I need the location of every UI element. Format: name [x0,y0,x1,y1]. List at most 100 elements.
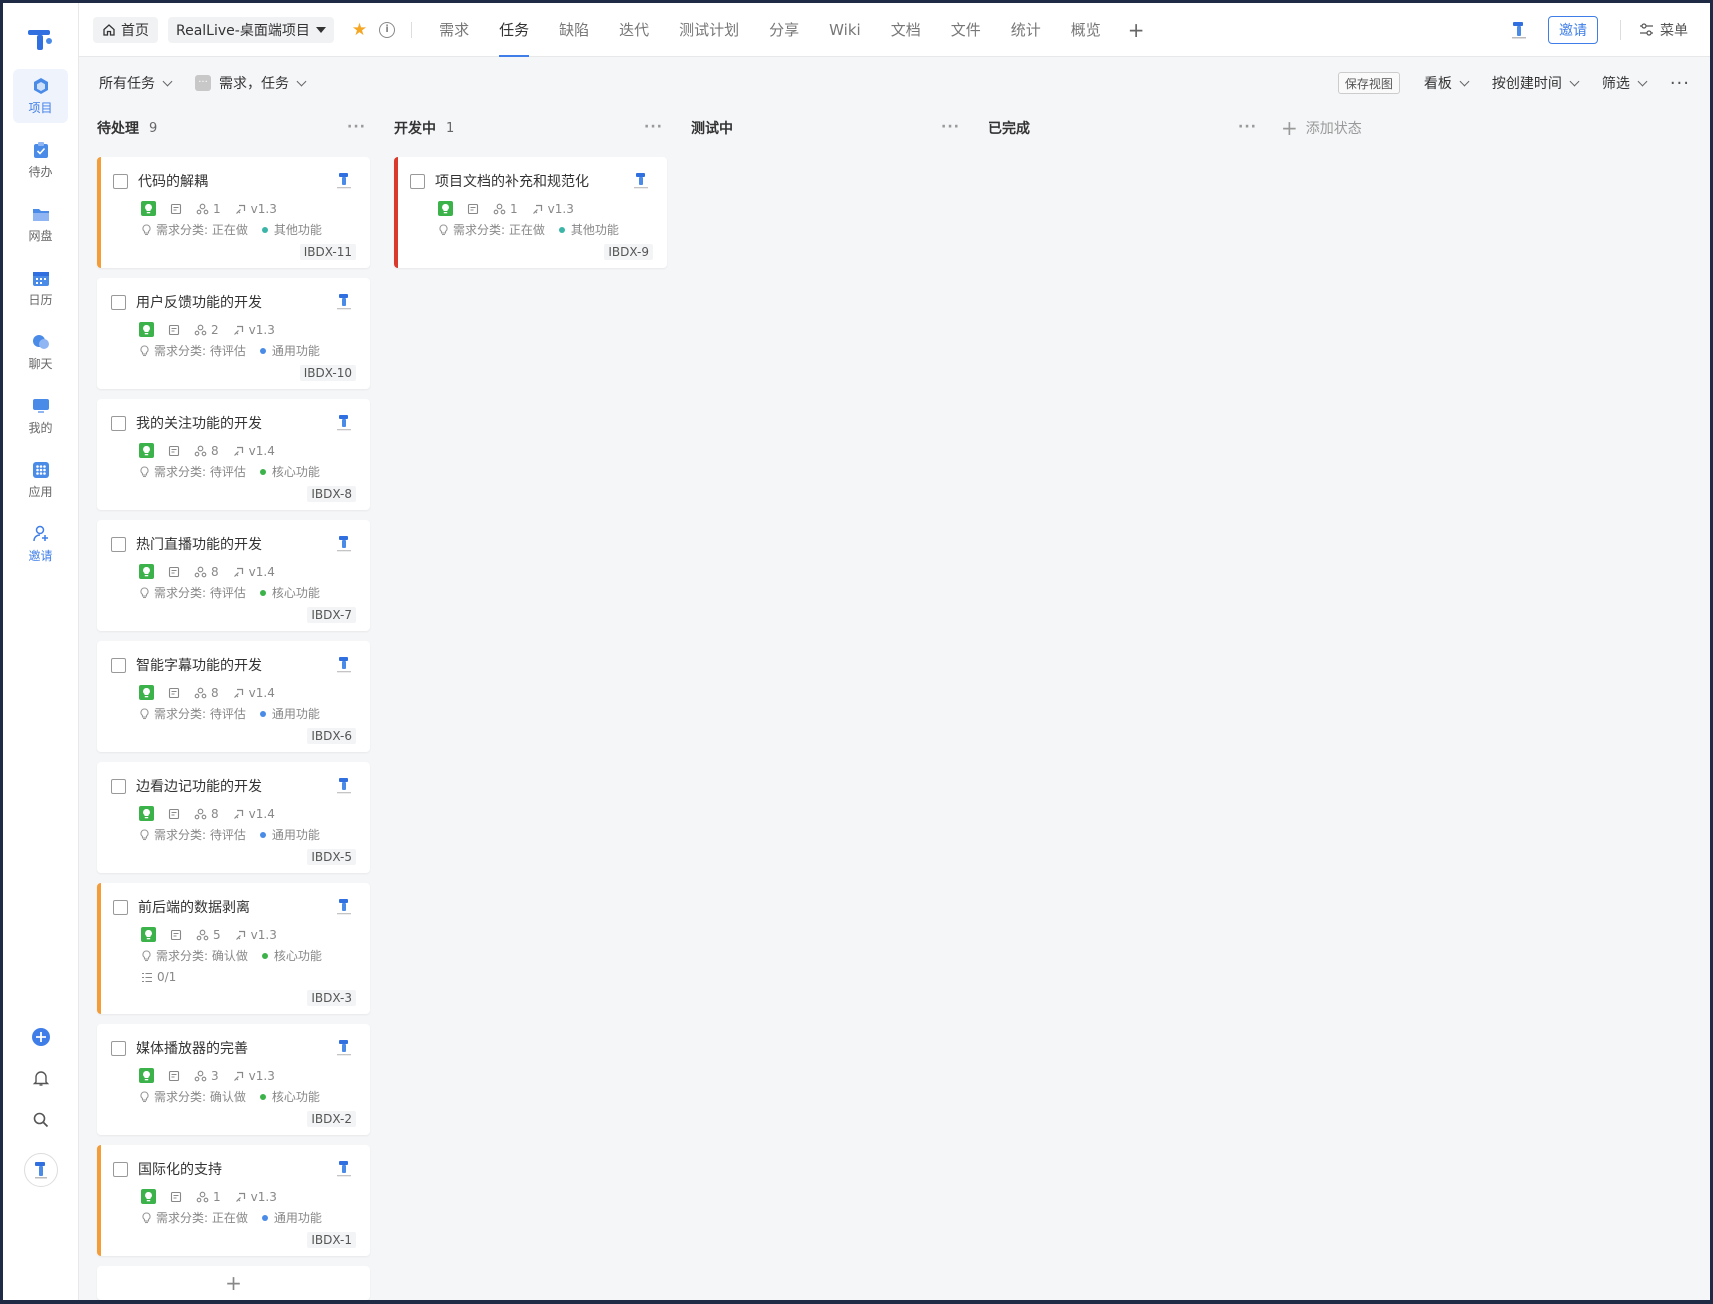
assignee-avatar-icon[interactable] [334,897,354,917]
assignee-avatar-icon[interactable] [334,292,354,312]
module-dot [261,226,268,233]
task-card[interactable]: 边看边记功能的开发 8 v1.4 需求分类: 待评估 通用功能 IBDX-5 [97,762,370,873]
assignee-avatar-icon[interactable] [334,534,354,554]
org-logo-icon[interactable] [1508,19,1530,41]
version-tag: v1.4 [233,565,275,579]
menu-button[interactable]: 菜单 [1639,20,1688,40]
info-icon[interactable]: i [379,21,396,38]
task-card[interactable]: 媒体播放器的完善 3 v1.3 需求分类: 确认做 核心功能 IBDX-2 [97,1024,370,1135]
assignee-avatar-icon[interactable] [334,413,354,433]
invite-button[interactable]: 邀请 [1548,16,1598,44]
task-card[interactable]: 项目文档的补充和规范化 1 v1.3 需求分类: 正在做 其他功能 IBDX-9 [394,157,667,268]
rail-item-calendar[interactable]: 日历 [13,261,68,315]
task-checkbox[interactable] [113,173,128,189]
rail-item-todo[interactable]: 待办 [13,133,68,187]
module-label: 核心功能 [271,586,320,600]
task-card[interactable]: 前后端的数据剥离 5 v1.3 需求分类: 确认做 核心功能 0/1 IBDX-3 [97,883,370,1014]
tab-2[interactable]: 缺陷 [544,3,604,57]
add-tab-button[interactable]: + [1116,18,1157,42]
version-tag: v1.3 [235,202,277,216]
tab-5[interactable]: 分享 [754,3,814,57]
more-options-icon[interactable]: ··· [1670,73,1690,94]
search-icon[interactable] [3,1111,79,1129]
assignee-avatar-icon[interactable] [334,171,354,191]
task-id: IBDX-5 [307,849,356,865]
scope-dropdown[interactable]: 所有任务 [99,73,173,93]
module-label: 通用功能 [271,707,320,721]
rail-item-chat[interactable]: 聊天 [13,325,68,379]
type-dropdown[interactable]: 需求，任务 [219,73,307,93]
task-checkbox[interactable] [113,899,128,915]
requirement-category: 需求分类: 待评估 [154,344,246,358]
tab-10[interactable]: 概览 [1056,3,1116,57]
bell-icon[interactable] [3,1069,79,1087]
task-checkbox[interactable] [410,173,425,189]
tab-1[interactable]: 任务 [484,3,544,57]
app-logo-icon[interactable] [25,25,55,55]
version-icon [233,325,243,335]
tab-9[interactable]: 统计 [996,3,1056,57]
task-checkbox[interactable] [111,294,126,310]
assignee-avatar-icon[interactable] [334,1038,354,1058]
task-card[interactable]: 智能字幕功能的开发 8 v1.4 需求分类: 待评估 通用功能 IBDX-6 [97,641,370,752]
column-more-icon[interactable]: ··· [644,119,663,135]
assignee-avatar-icon[interactable] [334,776,354,796]
assignee-avatar-icon[interactable] [631,171,651,191]
filter-dropdown[interactable]: 筛选 [1602,73,1648,93]
module-dot [558,226,565,233]
chat-icon [31,332,51,352]
module-dot [261,1214,268,1221]
tab-6[interactable]: Wiki [814,3,876,57]
description-icon [168,566,180,578]
type-label: 需求，任务 [219,76,289,92]
members-icon [493,203,506,214]
tab-8[interactable]: 文件 [936,3,996,57]
task-id: IBDX-8 [307,486,356,502]
column-more-icon[interactable]: ··· [1238,119,1257,135]
add-status-label: 添加状态 [1305,121,1362,137]
rail-item-netdisk[interactable]: 网盘 [13,197,68,251]
column-title: 测试中 [691,121,733,137]
add-card-button[interactable]: + [97,1266,370,1300]
module-label: 通用功能 [271,344,320,358]
sort-dropdown[interactable]: 按创建时间 [1492,73,1580,93]
task-card[interactable]: 国际化的支持 1 v1.3 需求分类: 正在做 通用功能 IBDX-1 [97,1145,370,1256]
task-checkbox[interactable] [111,415,126,431]
task-checkbox[interactable] [111,657,126,673]
task-checkbox[interactable] [113,1161,128,1177]
rail-item-invite-user[interactable]: 邀请 [13,517,68,571]
column-more-icon[interactable]: ··· [941,119,960,135]
view-dropdown[interactable]: 看板 [1424,73,1470,93]
tab-3[interactable]: 迭代 [604,3,664,57]
assignee-avatar-icon[interactable] [334,1159,354,1179]
tab-7[interactable]: 文档 [876,3,936,57]
version-tag: v1.4 [233,444,275,458]
assignee-avatar-icon[interactable] [334,655,354,675]
requirement-category: 需求分类: 待评估 [154,586,246,600]
task-title: 代码的解耦 [138,174,208,190]
add-status-button[interactable]: + 添加状态 [1281,109,1445,147]
tab-4[interactable]: 测试计划 [664,3,754,57]
task-card[interactable]: 热门直播功能的开发 8 v1.4 需求分类: 待评估 核心功能 IBDX-7 [97,520,370,631]
project-selector[interactable]: RealLive-桌面端项目 [168,16,334,43]
save-view-button[interactable]: 保存视图 [1337,72,1400,94]
rail-item-project[interactable]: 项目 [13,69,68,123]
task-card[interactable]: 我的关注功能的开发 8 v1.4 需求分类: 待评估 核心功能 IBDX-8 [97,399,370,510]
star-icon[interactable]: ★ [352,20,367,40]
task-checkbox[interactable] [111,778,126,794]
board-column-3: 已完成 ··· [988,109,1261,1300]
description-icon [170,203,182,215]
home-button[interactable]: 首页 [93,16,158,43]
task-card[interactable]: 代码的解耦 1 v1.3 需求分类: 正在做 其他功能 IBDX-11 [97,157,370,268]
task-checkbox[interactable] [111,536,126,552]
tab-0[interactable]: 需求 [424,3,484,57]
task-checkbox[interactable] [111,1040,126,1056]
rail-item-monitor[interactable]: 我的 [13,389,68,443]
subtask-value: 0/1 [157,970,177,984]
task-card[interactable]: 用户反馈功能的开发 2 v1.3 需求分类: 待评估 通用功能 IBDX-10 [97,278,370,389]
column-more-icon[interactable]: ··· [347,119,366,135]
category-bulb-icon [141,223,152,236]
add-circle-icon[interactable] [3,1027,79,1047]
user-avatar[interactable] [24,1153,58,1187]
rail-item-apps[interactable]: 应用 [13,453,68,507]
